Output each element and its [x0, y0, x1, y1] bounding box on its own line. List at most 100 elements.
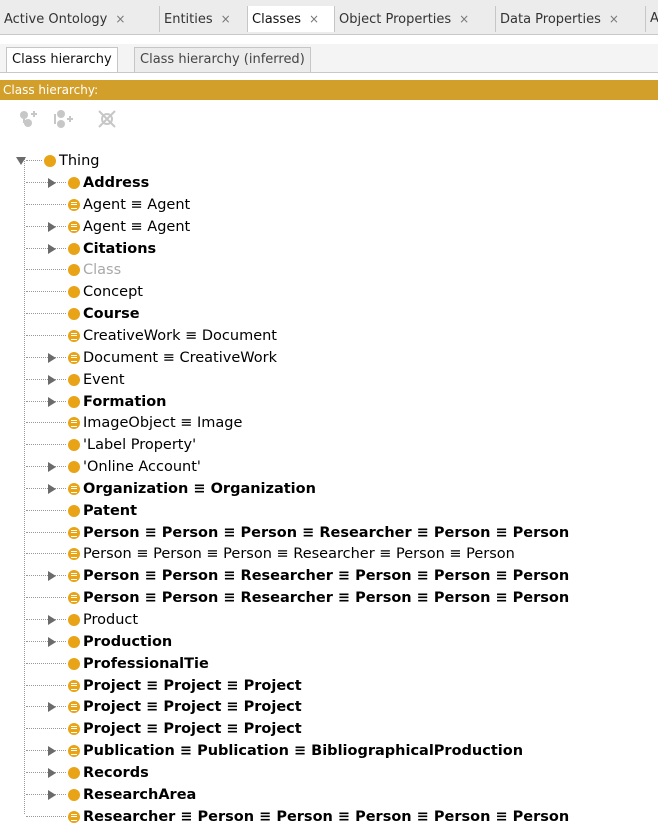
- tree-node-label: Address: [83, 175, 150, 191]
- tree-node[interactable]: Person ≡ Person ≡ Researcher ≡ Person ≡ …: [0, 587, 658, 609]
- tree-node[interactable]: Publication ≡ Publication ≡ Bibliographi…: [0, 740, 658, 762]
- expand-arrow-icon[interactable]: [48, 374, 56, 385]
- tree-node[interactable]: ResearchArea: [0, 784, 658, 806]
- tree-node[interactable]: Person ≡ Person ≡ Person ≡ Researcher ≡ …: [0, 543, 658, 565]
- tree-node-label: Project ≡ Project ≡ Project: [83, 721, 302, 738]
- tree-connector: [26, 356, 66, 358]
- close-icon[interactable]: ×: [459, 12, 469, 26]
- tree-node-label: CreativeWork ≡ Document: [83, 327, 277, 344]
- tree-node[interactable]: Project ≡ Project ≡ Project: [0, 718, 658, 740]
- tree-node[interactable]: Document ≡ CreativeWork: [0, 347, 658, 369]
- tab-object-properties[interactable]: Object Properties ×: [335, 6, 496, 32]
- subtab-class-hierarchy[interactable]: Class hierarchy: [6, 47, 118, 72]
- tree-node[interactable]: 'Online Account': [0, 456, 658, 478]
- tree-node[interactable]: Class: [0, 259, 658, 281]
- expand-arrow-icon[interactable]: [48, 243, 56, 254]
- tree-node-label: Citations: [83, 240, 157, 257]
- tree-node[interactable]: CreativeWork ≡ Document: [0, 325, 658, 347]
- tree-node[interactable]: 'Label Property': [0, 434, 658, 456]
- tree-node-label: ProfessionalTie: [83, 655, 209, 672]
- tree-node-label: Event: [83, 371, 125, 388]
- equivalent-class-icon: [68, 679, 80, 692]
- tree-node[interactable]: Citations: [0, 238, 658, 260]
- tree-node[interactable]: Course: [0, 303, 658, 325]
- expand-arrow-icon[interactable]: [48, 178, 56, 188]
- equivalent-class-icon: [68, 745, 80, 758]
- tree-node[interactable]: Concept: [0, 281, 658, 303]
- tree-root-thing[interactable]: Thing: [0, 150, 658, 172]
- tab-label: Data Properties: [500, 12, 601, 27]
- tab-entities[interactable]: Entities ×: [160, 6, 248, 32]
- tree-node[interactable]: Product: [0, 609, 658, 631]
- class-bullet-icon: [68, 373, 80, 386]
- expand-arrow-icon[interactable]: [48, 462, 56, 473]
- expand-arrow-icon[interactable]: [48, 396, 56, 407]
- tree-node[interactable]: Production: [0, 631, 658, 653]
- expand-arrow-icon[interactable]: [48, 571, 56, 582]
- tree-connector: [26, 444, 66, 446]
- close-icon[interactable]: ×: [309, 12, 319, 26]
- close-icon[interactable]: ×: [221, 12, 231, 26]
- tree-connector: [26, 640, 66, 642]
- tree-node-label: Patent: [83, 502, 138, 519]
- tree-node-label: Records: [83, 764, 149, 781]
- tree-node[interactable]: Event: [0, 369, 658, 391]
- tree-connector: [26, 466, 66, 468]
- expand-arrow-icon[interactable]: [48, 746, 56, 757]
- tab-classes[interactable]: Classes ×: [248, 6, 335, 32]
- collapse-arrow-icon[interactable]: [16, 157, 26, 165]
- tree-connector: [26, 662, 66, 664]
- class-bullet-icon: [68, 657, 80, 670]
- add-subclass-button[interactable]: [14, 106, 40, 132]
- view-header: Class hierarchy:: [0, 80, 658, 100]
- tree-node[interactable]: Formation: [0, 391, 658, 413]
- tree-connector: [26, 400, 66, 402]
- tab-data-properties[interactable]: Data Properties ×: [496, 6, 646, 32]
- expand-arrow-icon[interactable]: [48, 636, 56, 647]
- equivalent-class-icon: [68, 570, 80, 583]
- tree-node[interactable]: Person ≡ Person ≡ Person ≡ Researcher ≡ …: [0, 522, 658, 544]
- class-bullet-icon: [68, 614, 80, 626]
- subtab-class-hierarchy-inferred[interactable]: Class hierarchy (inferred): [134, 47, 311, 72]
- expand-arrow-icon[interactable]: [48, 352, 56, 363]
- expand-arrow-icon[interactable]: [48, 767, 56, 778]
- tree-connector: [26, 269, 66, 271]
- tree-node[interactable]: Agent ≡ Agent: [0, 194, 658, 216]
- add-sibling-class-button[interactable]: [50, 106, 76, 132]
- class-bullet-icon: [68, 308, 80, 321]
- expand-arrow-icon[interactable]: [48, 221, 56, 232]
- close-icon[interactable]: ×: [609, 12, 619, 26]
- tree-connector: [26, 597, 66, 599]
- tree-node[interactable]: Address: [0, 172, 658, 194]
- tree-node-label: Publication ≡ Publication ≡ Bibliographi…: [83, 743, 524, 760]
- tree-node-label: Project ≡ Project ≡ Project: [83, 699, 302, 716]
- expand-arrow-icon[interactable]: [48, 702, 56, 713]
- tree-node[interactable]: ProfessionalTie: [0, 653, 658, 675]
- tree-node[interactable]: Project ≡ Project ≡ Project: [0, 675, 658, 697]
- tree-node[interactable]: Patent: [0, 500, 658, 522]
- class-bullet-icon: [68, 177, 80, 189]
- hierarchy-view-tabs: Class hierarchy Class hierarchy (inferre…: [0, 44, 658, 73]
- tree-node-label: Organization ≡ Organization: [83, 480, 316, 497]
- tab-overflow[interactable]: A: [646, 6, 658, 32]
- tree-node-label: Concept: [83, 284, 143, 301]
- tab-active-ontology[interactable]: Active Ontology ×: [0, 6, 160, 32]
- tree-connector: [26, 422, 66, 424]
- class-bullet-icon: [68, 635, 80, 648]
- tree-node[interactable]: Agent ≡ Agent: [0, 216, 658, 238]
- tree-node[interactable]: Person ≡ Person ≡ Researcher ≡ Person ≡ …: [0, 565, 658, 587]
- tree-node[interactable]: ImageObject ≡ Image: [0, 412, 658, 434]
- delete-class-button[interactable]: [94, 106, 120, 132]
- equivalent-class-icon: [68, 723, 80, 736]
- tree-node[interactable]: Project ≡ Project ≡ Project: [0, 696, 658, 718]
- expand-arrow-icon[interactable]: [48, 483, 56, 494]
- tree-connector: [26, 160, 42, 161]
- close-icon[interactable]: ×: [115, 12, 125, 26]
- tab-label: Entities: [164, 12, 213, 27]
- tree-node[interactable]: Researcher ≡ Person ≡ Person ≡ Person ≡ …: [0, 806, 658, 828]
- tree-node[interactable]: Records: [0, 762, 658, 784]
- expand-arrow-icon[interactable]: [48, 789, 56, 800]
- tree-node-label: Researcher ≡ Person ≡ Person ≡ Person ≡ …: [83, 808, 570, 825]
- tree-node[interactable]: Organization ≡ Organization: [0, 478, 658, 500]
- expand-arrow-icon[interactable]: [48, 615, 56, 625]
